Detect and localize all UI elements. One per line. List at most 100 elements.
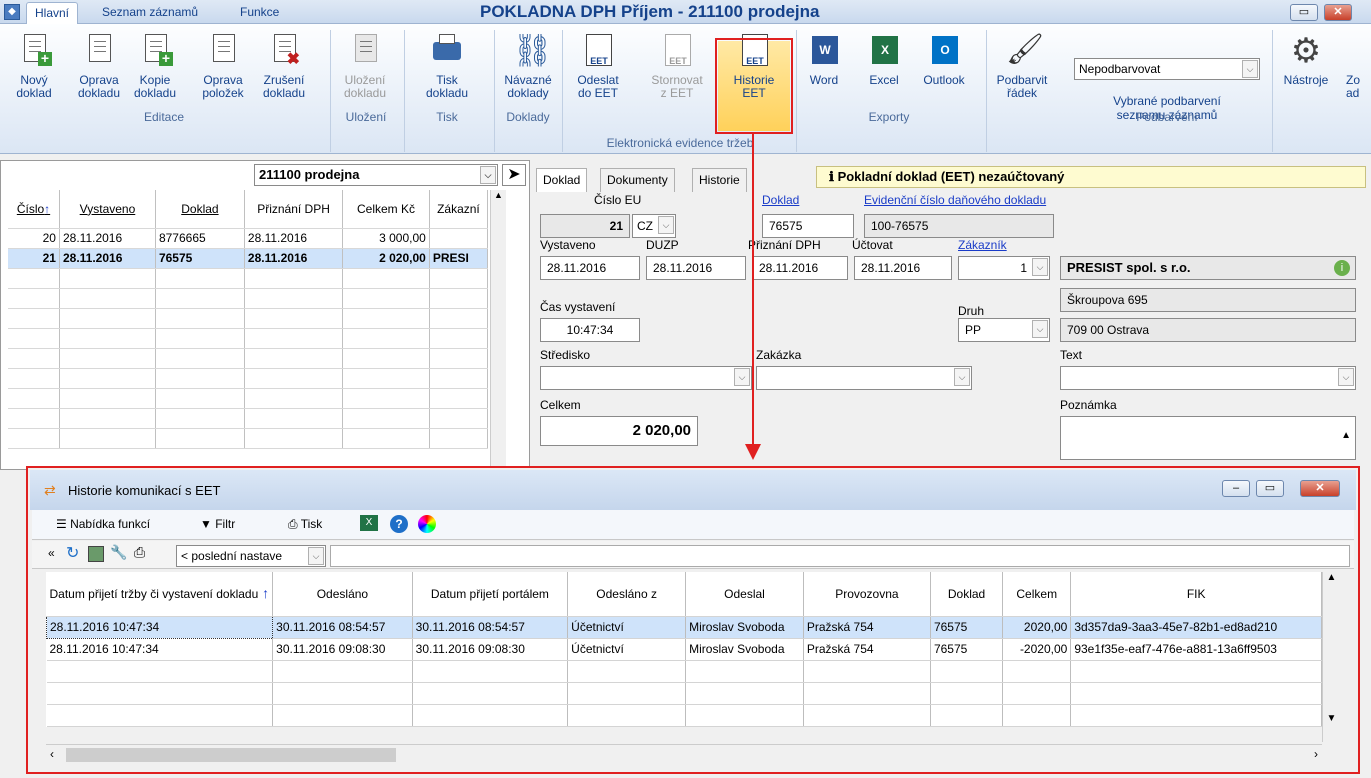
restore-button[interactable]: ▭ [1290,4,1318,21]
col-fik[interactable]: FIK [1070,572,1322,617]
send-eet-button[interactable]: EET Odeslat do EET [572,32,624,100]
storno-eet-button[interactable]: EET Stornovat z EET [648,32,706,100]
outlook-button[interactable]: O Outlook [920,32,968,87]
color-select[interactable]: Nepodbarvovat ⌵ [1074,58,1260,80]
cancel-doc-button[interactable]: ✖ Zrušení dokladu [258,32,310,100]
group-label-ulozeni: Uložení [345,110,387,124]
evid-field[interactable]: 100-76575 [864,214,1054,238]
filter-button[interactable]: ▼ Filtr [200,517,235,531]
separator [330,30,331,152]
print-small-icon[interactable]: ⎙ [134,544,145,561]
tab-doklad[interactable]: Doklad [536,168,588,192]
country-select[interactable]: CZ ⌵ [632,214,676,238]
go-arrow-button[interactable]: ➤ [502,164,526,186]
app-menu-icon[interactable]: ◆ [4,4,20,20]
close-button[interactable]: ✕ [1324,4,1352,21]
maximize-button[interactable]: ▭ [1256,480,1284,497]
col-datum-prijeti[interactable]: Datum přijetí tržby či vystavení dokladu… [46,572,274,617]
poznamka-field[interactable]: ▲ [1060,416,1356,460]
col-cislo[interactable]: Číslo↑ [8,190,60,229]
print-doc-button[interactable]: Tisk dokladu [418,32,476,100]
chevron-down-icon: ⌵ [1338,368,1354,386]
col-odeslano-z[interactable]: Odesláno z [567,572,687,617]
chevron-down-icon: ⌵ [658,216,674,234]
scroll-thumb[interactable] [66,748,396,762]
edit-doc-button[interactable]: Oprava dokladu [76,32,122,100]
register-select[interactable]: 211100 prodejna ⌵ [254,164,498,186]
related-docs-button[interactable]: ⛓ Návazné doklady [500,32,556,100]
col-celkem[interactable]: Celkem [1002,572,1072,617]
separator [986,30,987,152]
help-icon[interactable]: ? [390,515,408,533]
collapse-icon[interactable]: « [48,546,55,560]
print-button[interactable]: ⎙ Tisk [288,517,322,532]
group-label-eet: Elektronická evidence tržeb [606,136,754,150]
tab-historie[interactable]: Historie [692,168,747,192]
doklad-field[interactable]: 76575 [762,214,854,238]
tab-dokumenty[interactable]: Dokumenty [600,168,675,192]
chevron-down-icon: ⌵ [734,368,750,386]
stredisko-select[interactable]: ⌵ [540,366,752,390]
refresh-icon[interactable]: ↻ [66,543,79,563]
copy-doc-button[interactable]: + Kopie dokladu [128,32,182,100]
history-hscrollbar[interactable]: ‹ › [46,744,1322,764]
filter-input[interactable] [330,545,1350,567]
tab-seznam-zaznamu[interactable]: Seznam záznamů [94,2,206,24]
tab-funkce[interactable]: Funkce [232,2,287,24]
history-row[interactable]: 28.11.2016 10:47:34 30.11.2016 09:08:30 30… [46,638,1322,661]
new-doc-button[interactable]: + Nový doklad [14,32,54,100]
save-doc-button[interactable]: Uložení dokladu [340,32,390,100]
word-button[interactable]: W Word [804,32,844,87]
col-provozovna[interactable]: Provozovna [803,572,931,617]
col-datum-portal[interactable]: Datum přijetí portálem [412,572,569,617]
color-row-button[interactable]: 🖌 Podbarvit řádek [994,32,1050,100]
chevron-down-icon: ⌵ [480,166,496,184]
zakazka-label: Zakázka [756,348,802,362]
grid-icon[interactable] [88,546,104,562]
cas-field[interactable]: 10:47:34 [540,318,640,342]
col-vystaveno[interactable]: Vystaveno [59,190,156,229]
poznamka-label: Poznámka [1060,398,1117,412]
excel-button[interactable]: X Excel [864,32,904,87]
history-close-button[interactable]: ✕ [1300,480,1340,497]
doklad-link[interactable]: Doklad [762,193,799,207]
table-row[interactable]: 20 28.11.2016 8776665 28.11.2016 3 000,00 [8,228,489,249]
col-odeslal[interactable]: Odeslal [685,572,804,617]
col-doklad[interactable]: Doklad [930,572,1004,617]
zakaznik-select[interactable]: 1 ⌵ [958,256,1050,280]
wrench-icon[interactable]: 🔧 [110,544,127,561]
edit-items-button[interactable]: Oprava položek [198,32,248,100]
vystaveno-field[interactable]: 28.11.2016 [540,256,640,280]
color-wheel-icon[interactable] [418,515,436,533]
col-odeslano[interactable]: Odesláno [272,572,413,617]
history-row-selected[interactable]: 28.11.2016 10:47:34 30.11.2016 08:54:57 30… [45,615,1322,639]
minimize-button[interactable]: – [1222,480,1250,497]
priznani-field[interactable]: 28.11.2016 [752,256,848,280]
customer-info-icon[interactable]: i [1334,260,1350,276]
scroll-left-icon: ‹ [50,747,54,761]
cislo-field[interactable]: 21 [540,214,630,238]
table-row [8,388,489,409]
col-celkem[interactable]: Celkem Kč [342,190,430,229]
tab-hlavni[interactable]: Hlavní [26,2,79,24]
table-row-selected[interactable]: 21 28.11.2016 76575 28.11.2016 2 020,00 PRESI [8,248,489,269]
tools-button[interactable]: ⚙ Nástroje [1280,32,1332,87]
more-button[interactable]: Zo ad [1346,32,1371,100]
saved-setting-select[interactable]: < poslední nastave ⌵ [176,545,326,567]
history-vscrollbar[interactable]: ▲ ▼ [1322,572,1340,742]
scroll-up-icon: ▲ [1341,430,1351,441]
functions-menu-button[interactable]: ☰ Nabídka funkcí [56,517,150,531]
evid-link[interactable]: Evidenční číslo daňového dokladu [864,193,1046,207]
zakazka-select[interactable]: ⌵ [756,366,972,390]
left-scrollbar[interactable]: ▲ [490,190,506,466]
col-priznani[interactable]: Přiznání DPH [244,190,344,229]
uctovat-field[interactable]: 28.11.2016 [854,256,952,280]
text-select[interactable]: ⌵ [1060,366,1356,390]
col-doklad[interactable]: Doklad [155,190,245,229]
druh-select[interactable]: PP ⌵ [958,318,1050,342]
excel-export-icon[interactable]: X [360,515,378,531]
zakaznik-link[interactable]: Zákazník [958,238,1007,252]
col-zakaznik[interactable]: Zákazní [429,190,489,229]
duzp-field[interactable]: 28.11.2016 [646,256,746,280]
outlook-icon: O [928,32,960,72]
